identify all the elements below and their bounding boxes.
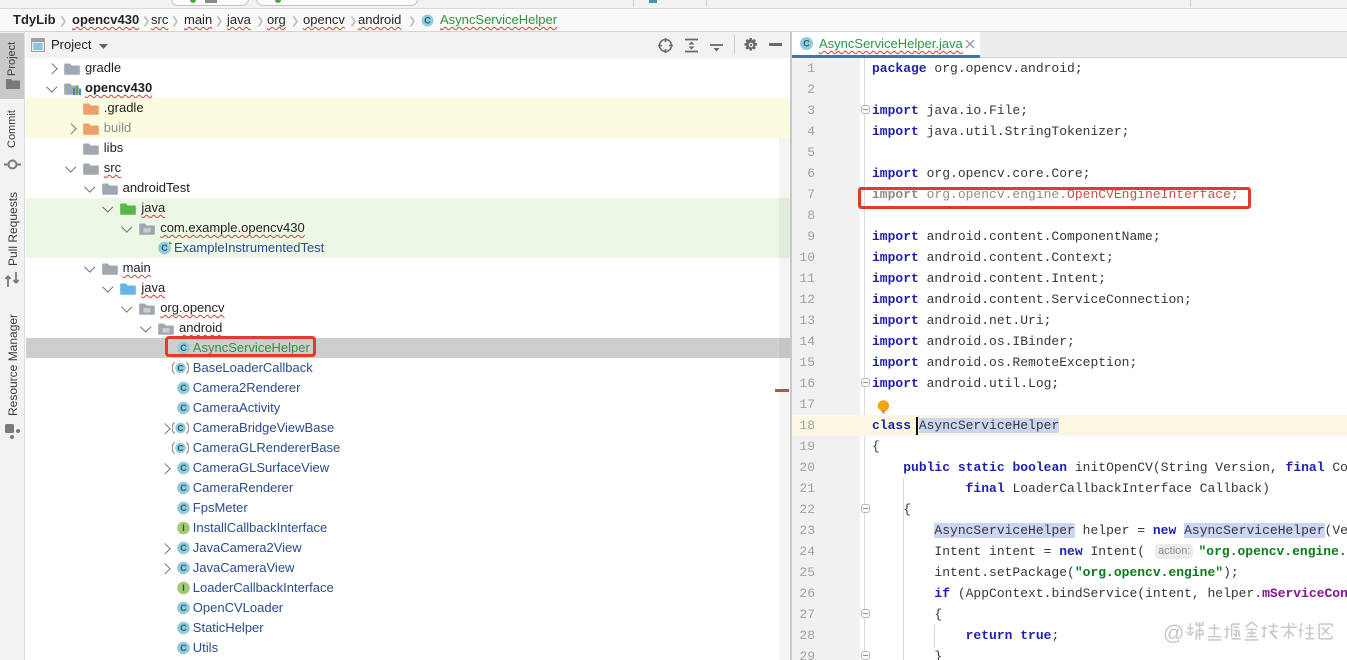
svg-text:C: C — [424, 16, 431, 26]
svg-text:C: C — [180, 403, 187, 413]
svg-text:C: C — [180, 383, 187, 393]
svg-text:I: I — [182, 583, 185, 593]
svg-text:C: C — [161, 243, 168, 253]
svg-text:C: C — [177, 363, 183, 373]
svg-text:C: C — [177, 443, 183, 453]
svg-text:C: C — [803, 39, 810, 49]
svg-text:I: I — [182, 523, 185, 533]
svg-text:C: C — [180, 643, 187, 653]
svg-text:C: C — [180, 483, 187, 493]
svg-text:C: C — [180, 503, 187, 513]
svg-text:C: C — [180, 623, 187, 633]
svg-text:C: C — [180, 603, 187, 613]
svg-text:C: C — [180, 563, 187, 573]
svg-text:C: C — [180, 543, 187, 553]
svg-text:@: @ — [1163, 622, 1184, 645]
svg-text:C: C — [177, 423, 183, 433]
svg-text:C: C — [180, 463, 187, 473]
